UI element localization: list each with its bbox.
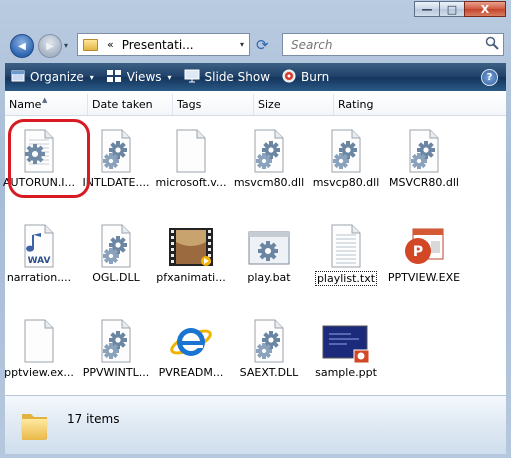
forward-button[interactable]: ▶ [38, 34, 62, 58]
dll-gear-icon [91, 316, 141, 364]
file-item[interactable]: PPVWINTL... [76, 316, 156, 379]
file-name-label: SAEXT.DLL [239, 366, 299, 379]
burn-button[interactable]: Burn [276, 63, 335, 91]
organize-button[interactable]: Organize ▾ [5, 63, 100, 91]
file-item[interactable]: pptview.ex... [0, 316, 79, 379]
video-filmstrip-icon [166, 221, 216, 269]
column-tags-label: Tags [177, 98, 202, 111]
views-label: Views [126, 70, 162, 84]
search-input[interactable] [289, 36, 485, 53]
maximize-button[interactable]: □ [439, 1, 465, 17]
column-date-label: Date taken [92, 98, 153, 111]
refresh-icon[interactable]: ⟳ [256, 36, 269, 54]
close-button[interactable]: X [464, 1, 506, 17]
folder-icon-large [19, 408, 51, 445]
dll-gear-icon [244, 316, 294, 364]
address-bar[interactable]: « Presentati... ▾ [77, 33, 250, 56]
file-item[interactable]: microsoft.v... [151, 126, 231, 189]
column-header-name[interactable]: Name ▲ [5, 94, 88, 115]
file-name-label: microsoft.v... [155, 176, 227, 189]
file-name-label: PVREADM... [158, 366, 224, 379]
powerpoint-viewer-icon: P [399, 221, 449, 269]
file-item[interactable]: sample.ppt [306, 316, 386, 379]
dll-gear-icon [399, 126, 449, 174]
column-header-rating[interactable]: Rating [334, 94, 506, 115]
file-name-label: narration.... [6, 271, 72, 284]
burn-disc-icon [282, 69, 296, 86]
minimize-button[interactable]: — [414, 1, 440, 17]
file-item[interactable]: OGL.DLL [76, 221, 156, 284]
column-size-label: Size [258, 98, 281, 111]
dll-gear-icon [91, 221, 141, 269]
command-bar: Organize ▾ Views ▾ Slide Show Burn ? [5, 63, 506, 91]
sort-ascending-icon: ▲ [42, 96, 48, 104]
views-dropdown-icon: ▾ [167, 72, 172, 82]
file-item[interactable]: playlist.txt [306, 221, 386, 289]
file-name-label: pptview.ex... [4, 366, 74, 379]
back-arrow-icon: ◀ [18, 40, 26, 52]
caption-buttons: — □ X [414, 1, 506, 17]
column-header-date-taken[interactable]: Date taken [88, 94, 173, 115]
file-name-label: sample.ppt [315, 366, 377, 379]
back-button[interactable]: ◀ [10, 34, 34, 58]
file-item[interactable]: play.bat [229, 221, 309, 284]
internet-explorer-icon [166, 316, 216, 364]
file-name-label: PPVWINTL... [82, 366, 150, 379]
slideshow-button[interactable]: Slide Show [178, 63, 276, 91]
views-button[interactable]: Views ▾ [100, 63, 178, 91]
dll-gear-icon [244, 126, 294, 174]
file-name-label: OGL.DLL [92, 271, 140, 284]
file-name-label: play.bat [247, 271, 291, 284]
folder-icon [83, 38, 98, 51]
red-annotation-circle [8, 119, 90, 198]
file-item[interactable]: MSVCR80.dll [384, 126, 464, 189]
column-headers: Name ▲ Date taken Tags Size Rating [5, 94, 506, 116]
recent-pages-dropdown[interactable]: ▾ [64, 41, 68, 50]
help-button[interactable]: ? [481, 68, 498, 86]
dll-gear-icon [91, 126, 141, 174]
file-name-label: playlist.txt [314, 271, 378, 286]
file-item[interactable]: msvcm80.dll [229, 126, 309, 189]
file-name-label: pfxanimati... [156, 271, 226, 284]
blank-file-icon [166, 126, 216, 174]
file-item[interactable]: PVREADM... [151, 316, 231, 379]
text-file-icon [321, 221, 371, 269]
file-item[interactable]: pfxanimati... [151, 221, 231, 284]
dll-gear-icon [321, 126, 371, 174]
batch-file-icon [244, 221, 294, 269]
column-name-label: Name [9, 98, 42, 111]
blank-file-icon [14, 316, 64, 364]
forward-arrow-icon: ▶ [46, 40, 54, 52]
column-rating-label: Rating [338, 98, 374, 111]
column-header-tags[interactable]: Tags [173, 94, 254, 115]
slideshow-label: Slide Show [204, 70, 271, 84]
file-item[interactable]: WAV narration.... [0, 221, 79, 284]
svg-text:WAV: WAV [28, 256, 51, 266]
organize-icon [11, 69, 25, 86]
magnifier-icon[interactable] [485, 36, 503, 53]
file-name-label: MSVCR80.dll [389, 176, 459, 189]
views-icon [106, 69, 122, 86]
organize-label: Organize [30, 70, 84, 84]
column-header-size[interactable]: Size [254, 94, 334, 115]
burn-label: Burn [301, 70, 330, 84]
file-item[interactable]: P PPTVIEW.EXE [384, 221, 464, 284]
svg-text:P: P [413, 244, 423, 260]
explorer-window: — □ X ◀ ▶ ▾ « Presentati... ▾ ⟳ Organize… [0, 0, 511, 458]
details-pane: 17 items [5, 395, 506, 454]
file-item[interactable]: SAEXT.DLL [229, 316, 309, 379]
file-name-label: PPTVIEW.EXE [387, 271, 461, 284]
file-name-label: msvcp80.dll [312, 176, 380, 189]
file-name-label: msvcm80.dll [233, 176, 305, 189]
presentation-thumbnail-icon [321, 316, 371, 364]
item-count-label: 17 items [67, 412, 120, 426]
file-item[interactable]: msvcp80.dll [306, 126, 386, 189]
breadcrumb-overflow-chevron[interactable]: « [107, 38, 114, 51]
address-dropdown-icon[interactable]: ▾ [235, 40, 249, 49]
search-box[interactable] [282, 33, 504, 56]
organize-dropdown-icon: ▾ [89, 72, 94, 82]
wav-audio-icon: WAV [14, 221, 64, 269]
slideshow-icon [184, 69, 200, 86]
address-path[interactable]: Presentati... [122, 38, 235, 52]
